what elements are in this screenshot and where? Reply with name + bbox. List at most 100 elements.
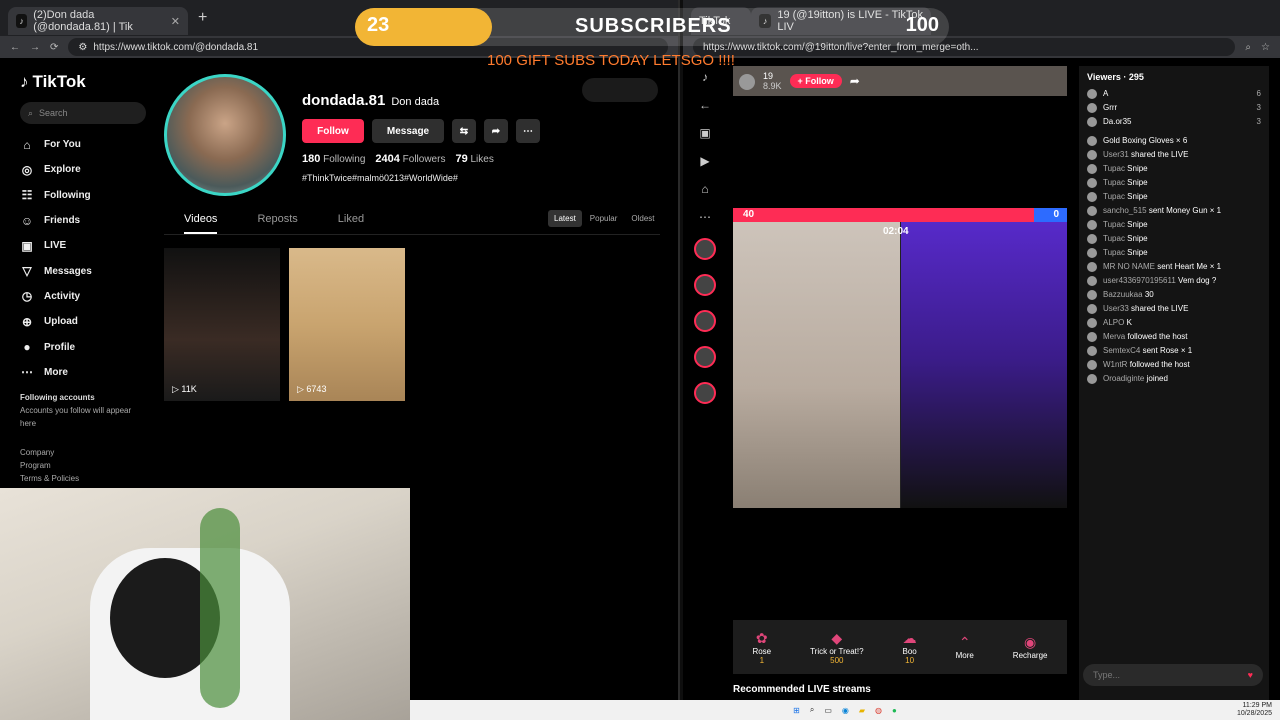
sidebar-item-profile[interactable]: ● Profile bbox=[20, 334, 146, 359]
avatar[interactable] bbox=[1087, 192, 1097, 202]
host-avatar[interactable] bbox=[739, 73, 755, 90]
browser-tab[interactable]: ♪ (2)Don dada (@dondada.81) | Tik ✕ bbox=[8, 7, 188, 35]
chat-username[interactable]: Bazzuukaa bbox=[1103, 290, 1143, 299]
live-follow-button[interactable]: + Follow bbox=[789, 74, 842, 88]
tiktok-icon[interactable]: ♪ bbox=[702, 70, 708, 84]
task-view-icon[interactable]: ▭ bbox=[824, 706, 832, 715]
camera-icon[interactable]: ▶ bbox=[700, 154, 709, 168]
footer-link-terms[interactable]: Terms & Policies bbox=[20, 472, 146, 485]
gift-item[interactable]: ⌃ More bbox=[956, 634, 974, 660]
live-avatar[interactable] bbox=[694, 310, 716, 332]
gift-item[interactable]: ◉ Recharge bbox=[1013, 634, 1048, 660]
chat-username[interactable]: Tupac bbox=[1103, 164, 1125, 173]
sort-popular[interactable]: Popular bbox=[584, 210, 624, 227]
tab-reposts[interactable]: Reposts bbox=[257, 213, 297, 234]
avatar[interactable] bbox=[1087, 318, 1097, 328]
chat-username[interactable]: Tupac bbox=[1103, 178, 1125, 187]
forward-icon[interactable]: → bbox=[30, 42, 40, 53]
view-toggle[interactable] bbox=[582, 78, 658, 102]
avatar[interactable] bbox=[1087, 248, 1097, 258]
follow-button[interactable]: Follow bbox=[302, 119, 364, 143]
avatar[interactable] bbox=[1087, 150, 1097, 160]
footer-link-company[interactable]: Company bbox=[20, 446, 146, 459]
gift-item[interactable]: ✿ Rose 1 bbox=[752, 630, 771, 665]
avatar[interactable] bbox=[1087, 346, 1097, 356]
more-options-icon[interactable]: ⋯ bbox=[516, 119, 540, 143]
live-avatar[interactable] bbox=[694, 274, 716, 296]
video-thumbnail[interactable]: ▷ 6743 bbox=[289, 248, 405, 401]
start-icon[interactable]: ⊞ bbox=[793, 706, 800, 715]
sidebar-item-more[interactable]: ⋯ More bbox=[20, 360, 146, 385]
share-icon[interactable]: ➦ bbox=[850, 74, 860, 88]
heart-icon[interactable]: ♥ bbox=[1248, 670, 1253, 680]
avatar[interactable] bbox=[1087, 164, 1097, 174]
chat-username[interactable]: SemtexC4 bbox=[1103, 346, 1140, 355]
avatar[interactable] bbox=[1087, 360, 1097, 370]
top-viewer-row[interactable]: A6 bbox=[1087, 88, 1261, 99]
avatar[interactable] bbox=[1087, 206, 1097, 216]
sidebar-item-explore[interactable]: ◎ Explore bbox=[20, 157, 146, 182]
avatar[interactable] bbox=[1087, 304, 1097, 314]
zoom-icon[interactable]: ⌕ bbox=[1245, 42, 1251, 53]
live-avatar[interactable] bbox=[694, 382, 716, 404]
back-icon[interactable]: ← bbox=[10, 42, 20, 53]
sidebar-item-friends[interactable]: ☺ Friends bbox=[20, 208, 146, 233]
avatar[interactable] bbox=[1087, 332, 1097, 342]
sidebar-item-live[interactable]: ▣ LIVE bbox=[20, 233, 146, 258]
more-icon[interactable]: ⋯ bbox=[699, 210, 711, 224]
following-stat[interactable]: 180 Following bbox=[302, 153, 365, 165]
sort-latest[interactable]: Latest bbox=[548, 210, 582, 227]
sidebar-item-messages[interactable]: ▽ Messages bbox=[20, 258, 146, 283]
avatar[interactable] bbox=[1087, 178, 1097, 188]
avatar[interactable] bbox=[1087, 262, 1097, 272]
message-button[interactable]: Message bbox=[372, 119, 444, 143]
chat-username[interactable]: ALPO bbox=[1103, 318, 1124, 327]
tiktok-logo[interactable]: ♪ TikTok bbox=[20, 72, 146, 92]
chat-username[interactable]: user4336970195611 bbox=[1103, 276, 1176, 285]
chat-input[interactable]: Type... ♥ bbox=[1083, 664, 1263, 686]
avatar[interactable] bbox=[1087, 220, 1097, 230]
sidebar-item-following[interactable]: ☷ Following bbox=[20, 183, 146, 208]
chat-username[interactable]: User31 bbox=[1103, 150, 1129, 159]
sort-oldest[interactable]: Oldest bbox=[625, 210, 660, 227]
sidebar-item-for-you[interactable]: ⌂ For You bbox=[20, 132, 146, 157]
edge-icon[interactable]: ◉ bbox=[842, 706, 849, 715]
chat-username[interactable]: MR NO NAME bbox=[1103, 262, 1155, 271]
chat-username[interactable]: Merva bbox=[1103, 332, 1125, 341]
reload-icon[interactable]: ⟳ bbox=[50, 42, 58, 53]
add-friend-icon[interactable]: ⇆ bbox=[452, 119, 476, 143]
close-icon[interactable]: ✕ bbox=[171, 15, 180, 28]
folder-icon[interactable]: ▰ bbox=[859, 706, 865, 715]
video-thumbnail[interactable]: ▷ 11K bbox=[164, 248, 280, 401]
new-tab-icon[interactable]: + bbox=[198, 9, 207, 27]
avatar[interactable] bbox=[164, 74, 286, 196]
gift-item[interactable]: ◆ Trick or Treat!? 500 bbox=[810, 630, 864, 665]
chat-username[interactable]: Tupac bbox=[1103, 192, 1125, 201]
site-info-icon[interactable]: ⚙ bbox=[78, 42, 87, 53]
chat-username[interactable]: Tupac bbox=[1103, 234, 1125, 243]
search-icon[interactable]: ⌕ bbox=[810, 705, 814, 715]
back-icon[interactable]: ← bbox=[699, 98, 711, 112]
chat-username[interactable]: Oroadiginte bbox=[1103, 374, 1144, 383]
favorite-icon[interactable]: ☆ bbox=[1261, 42, 1270, 53]
tab-videos[interactable]: Videos bbox=[184, 213, 218, 234]
chat-username[interactable]: User33 bbox=[1103, 304, 1129, 313]
live-avatar[interactable] bbox=[694, 346, 716, 368]
avatar[interactable] bbox=[1087, 290, 1097, 300]
chat-username[interactable]: Tupac bbox=[1103, 220, 1125, 229]
chat-username[interactable]: sancho_515 bbox=[1103, 206, 1147, 215]
home-icon[interactable]: ⌂ bbox=[701, 182, 708, 196]
tab-liked[interactable]: Liked bbox=[338, 213, 364, 234]
avatar[interactable] bbox=[1087, 276, 1097, 286]
spotify-icon[interactable]: ● bbox=[892, 706, 897, 715]
avatar[interactable] bbox=[1087, 136, 1097, 146]
avatar[interactable] bbox=[1087, 234, 1097, 244]
live-avatar[interactable] bbox=[694, 238, 716, 260]
chat-username[interactable]: Tupac bbox=[1103, 248, 1125, 257]
avatar[interactable] bbox=[1087, 374, 1097, 384]
top-viewer-row[interactable]: Grrr 3 bbox=[1087, 102, 1261, 113]
live-icon[interactable]: ▣ bbox=[699, 126, 710, 140]
gift-item[interactable]: ☁ Boo 10 bbox=[902, 630, 916, 665]
sidebar-item-activity[interactable]: ◷ Activity bbox=[20, 284, 146, 309]
top-viewer-row[interactable]: Da.or35 3 bbox=[1087, 116, 1261, 127]
